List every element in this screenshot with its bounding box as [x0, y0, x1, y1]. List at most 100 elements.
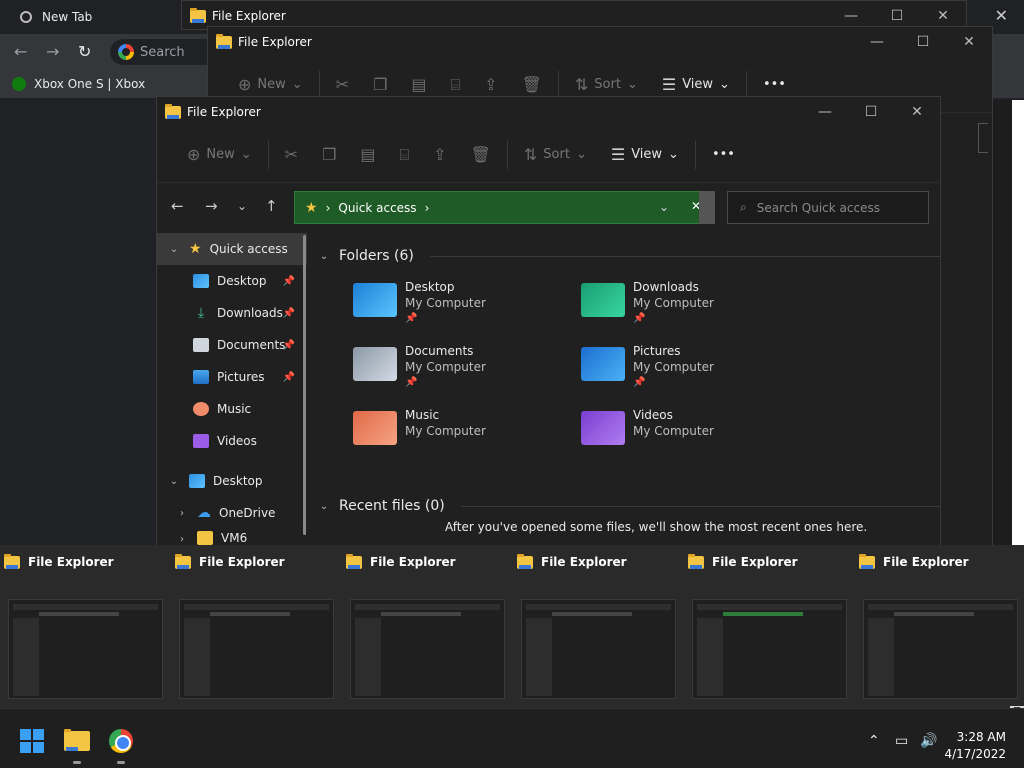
- window-title: File Explorer: [187, 105, 261, 119]
- view-icon: ☰: [661, 75, 677, 94]
- chrome-tab-new[interactable]: New Tab: [8, 0, 92, 34]
- folder-icon: [197, 531, 213, 545]
- thumbnail-file-explorer-3[interactable]: File Explorer: [342, 545, 507, 705]
- more-button[interactable]: •••: [700, 139, 747, 171]
- folder-tile-desktop[interactable]: Desktop My Computer 📌: [353, 279, 486, 327]
- thumbnail-file-explorer-1[interactable]: File Explorer: [0, 545, 165, 705]
- network-icon[interactable]: ▭: [895, 733, 908, 749]
- recent-files-header[interactable]: ⌄ Recent files (0): [317, 491, 941, 521]
- folder-tile-pictures[interactable]: Pictures My Computer 📌: [581, 343, 714, 391]
- thumbnail-file-explorer-5[interactable]: File Explorer: [684, 545, 849, 705]
- chrome-close-icon[interactable]: ✕: [995, 6, 1008, 25]
- video-icon: [193, 434, 209, 448]
- sort-button[interactable]: ⇅ Sort ⌄: [512, 139, 599, 171]
- rename-button[interactable]: ⌸: [388, 139, 422, 171]
- recent-files-message: After you've opened some files, we'll sh…: [445, 520, 868, 534]
- trash-icon: 🗑: [521, 75, 542, 94]
- thumbnail-file-explorer-4[interactable]: File Explorer: [513, 545, 678, 705]
- share-icon: ⇪: [484, 75, 498, 94]
- pin-icon: 📌: [282, 275, 295, 287]
- chevron-down-icon: ⌄: [719, 77, 730, 92]
- recent-locations-icon[interactable]: ⌄: [237, 199, 247, 213]
- thumbnail-preview: [692, 599, 847, 699]
- folder-icon: [190, 7, 206, 23]
- windows-start-icon[interactable]: [20, 729, 44, 753]
- new-button[interactable]: ⊕ New ⌄: [175, 139, 264, 171]
- clock-time: 3:28 AM: [956, 730, 1006, 744]
- chrome-back-icon[interactable]: ←: [14, 42, 27, 61]
- nav-documents[interactable]: Documents 📌: [157, 329, 307, 361]
- system-clock[interactable]: 3:28 AM 4/17/2022: [944, 729, 1006, 763]
- minimize-icon[interactable]: —: [802, 97, 848, 127]
- google-icon: [118, 44, 134, 60]
- nav-vm[interactable]: › VM6: [157, 529, 307, 545]
- back-arrow-icon[interactable]: ←: [171, 197, 184, 215]
- folder-icon: [175, 553, 191, 569]
- chevron-down-icon: ⌄: [169, 475, 179, 487]
- folder-tile-downloads[interactable]: Downloads My Computer 📌: [581, 279, 714, 327]
- file-explorer-taskbar-icon[interactable]: [64, 729, 90, 754]
- thumbnail-preview: [350, 599, 505, 699]
- address-dropdown-icon[interactable]: ⌄: [659, 200, 669, 214]
- nav-desktop-root[interactable]: ⌄ Desktop: [157, 465, 307, 497]
- address-location[interactable]: Quick access: [338, 201, 416, 215]
- close-icon[interactable]: ✕: [894, 97, 940, 127]
- chevron-up-icon[interactable]: ⌃: [868, 733, 880, 749]
- folders-header[interactable]: ⌄ Folders (6): [317, 241, 941, 271]
- nav-desktop[interactable]: Desktop 📌: [157, 265, 307, 297]
- chrome-taskbar-icon[interactable]: [109, 729, 133, 753]
- forward-arrow-icon[interactable]: →: [205, 197, 218, 215]
- copy-icon: ❐: [373, 75, 388, 94]
- folder-tile-music[interactable]: Music My Computer: [353, 407, 486, 445]
- copy-button[interactable]: ❐: [310, 139, 348, 171]
- pin-icon: 📌: [282, 307, 295, 319]
- chrome-forward-icon[interactable]: →: [46, 42, 59, 61]
- scissors-icon: ✂: [335, 75, 350, 94]
- close-icon[interactable]: ✕: [946, 27, 992, 57]
- view-button[interactable]: ☰ View ⌄: [599, 139, 691, 171]
- chrome-reload-icon[interactable]: ↻: [78, 42, 91, 61]
- chevron-down-icon: ⌄: [319, 250, 329, 262]
- nav-onedrive[interactable]: › ☁ OneDrive: [157, 497, 307, 529]
- thumbnail-preview: [863, 599, 1018, 699]
- paste-button[interactable]: ▤: [348, 139, 387, 171]
- copy-icon: ❐: [322, 145, 337, 164]
- chevron-down-icon: ⌄: [240, 147, 252, 162]
- thumbnail-preview: [521, 599, 676, 699]
- nav-videos[interactable]: Videos: [157, 425, 307, 457]
- maximize-icon[interactable]: ☐: [848, 97, 894, 127]
- pin-icon: 📌: [405, 313, 418, 324]
- nav-quick-access[interactable]: ⌄ ★ Quick access: [157, 233, 307, 265]
- desktop-icon: [189, 474, 205, 488]
- nav-music[interactable]: Music: [157, 393, 307, 425]
- pictures-folder-icon: [581, 347, 625, 381]
- nav-pictures[interactable]: Pictures 📌: [157, 361, 307, 393]
- address-scrollbar[interactable]: [699, 191, 715, 224]
- folder-icon: [64, 729, 90, 751]
- maximize-icon[interactable]: ☐: [900, 27, 946, 57]
- bookmark-xbox[interactable]: Xbox One S | Xbox: [34, 77, 145, 91]
- share-icon: ⇪: [433, 145, 447, 164]
- delete-button[interactable]: 🗑: [459, 139, 503, 171]
- folder-tile-documents[interactable]: Documents My Computer 📌: [353, 343, 486, 391]
- share-button[interactable]: ⇪: [421, 139, 458, 171]
- chevron-down-icon: ⌄: [575, 147, 587, 162]
- explorer-window-front[interactable]: File Explorer — ☐ ✕ ⊕ New ⌄ ✂ ❐ ▤ ⌸ ⇪ 🗑 ⇅ S…: [156, 96, 941, 546]
- thumbnail-file-explorer-6[interactable]: File Explorer: [855, 545, 1020, 705]
- nav-scrollbar[interactable]: [303, 235, 306, 535]
- folder-tile-videos[interactable]: Videos My Computer: [581, 407, 714, 445]
- navigation-pane: ⌄ ★ Quick access Desktop 📌 ⤓ Downloads 📌…: [157, 233, 307, 545]
- chevron-right-icon: ›: [180, 507, 184, 519]
- paste-icon: ▤: [360, 145, 376, 164]
- address-bar[interactable]: ★ › Quick access › ⌄ ✕: [294, 191, 714, 224]
- cut-button[interactable]: ✂: [273, 139, 310, 171]
- up-arrow-icon[interactable]: ↑: [265, 197, 278, 215]
- thumbnail-file-explorer-2[interactable]: File Explorer: [171, 545, 336, 705]
- search-input[interactable]: ⌕ Search Quick access: [727, 191, 929, 224]
- sort-icon: ⇅: [574, 75, 589, 94]
- background-page-edge: [992, 100, 1024, 545]
- folder-icon: [165, 103, 181, 119]
- nav-downloads[interactable]: ⤓ Downloads 📌: [157, 297, 307, 329]
- minimize-icon[interactable]: —: [854, 27, 900, 57]
- volume-icon[interactable]: 🔊: [920, 733, 937, 749]
